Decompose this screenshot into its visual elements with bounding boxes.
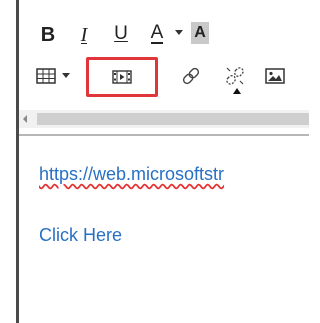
bold-label: B: [40, 23, 56, 46]
font-color-label: A: [150, 22, 164, 44]
font-color-dropdown-icon[interactable]: [175, 30, 183, 35]
url-link[interactable]: https://web.microsoftstr: [39, 164, 224, 185]
insert-image-button[interactable]: [264, 66, 286, 86]
insert-video-button[interactable]: [86, 57, 158, 97]
font-color-button[interactable]: A: [146, 22, 168, 46]
insert-table-button[interactable]: [34, 66, 58, 86]
background-color-label: A: [194, 24, 206, 41]
editor-content-area[interactable]: https://web.microsoftstr Click Here: [19, 136, 309, 323]
table-icon: [36, 68, 56, 84]
tooltip-pointer-icon: [233, 88, 241, 94]
click-here-link[interactable]: Click Here: [39, 225, 122, 246]
link-icon: [182, 67, 200, 85]
scrollbar-thumb[interactable]: [37, 113, 309, 125]
unlink-icon: [226, 67, 244, 85]
scroll-left-icon[interactable]: [23, 115, 27, 123]
video-icon: [112, 70, 132, 84]
bold-button[interactable]: B: [39, 24, 57, 46]
rich-text-editor: B I U A A https://web.microsoftstr Click…: [0, 0, 309, 323]
remove-link-button[interactable]: [222, 62, 248, 90]
background-color-button[interactable]: A: [191, 22, 209, 44]
italic-label: I: [80, 23, 88, 46]
horizontal-scrollbar[interactable]: [19, 110, 309, 128]
italic-button[interactable]: I: [75, 24, 93, 46]
image-icon: [265, 68, 285, 84]
table-dropdown-icon[interactable]: [62, 73, 70, 78]
underline-label: U: [114, 23, 128, 44]
underline-button[interactable]: U: [112, 22, 130, 46]
insert-link-button[interactable]: [179, 64, 203, 88]
